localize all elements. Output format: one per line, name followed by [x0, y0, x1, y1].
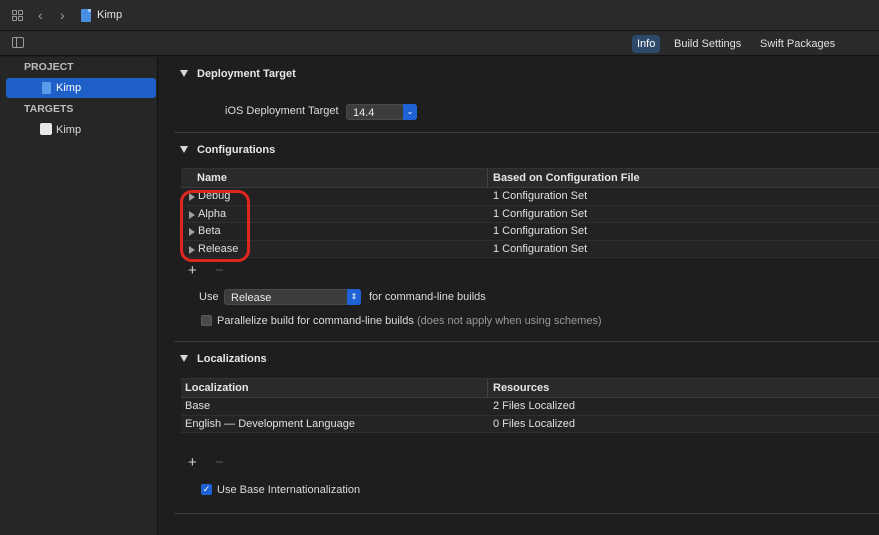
parallelize-note: (does not apply when using schemes)	[416, 315, 602, 327]
section-title-localizations: Localizations	[197, 353, 267, 365]
sidebar-item-label: Kimp	[56, 82, 82, 94]
ios-deployment-popup[interactable]: 14.4 ⌄	[346, 104, 417, 120]
parallelize-text: Parallelize build for command-line build…	[217, 315, 414, 327]
column-header-resources[interactable]: Resources	[493, 382, 549, 394]
config-file: 1 Configuration Set	[493, 242, 588, 255]
parallelize-checkbox[interactable]	[201, 315, 212, 326]
section-title-configurations: Configurations	[197, 144, 276, 156]
column-header-localization[interactable]: Localization	[185, 382, 249, 394]
table-row[interactable]: Release 1 Configuration Set	[181, 240, 879, 258]
editor-tab-bar: Info Build Settings Swift Packages	[0, 31, 879, 56]
sidebar-toggle-icon[interactable]	[12, 37, 24, 48]
localization-resources: 2 Files Localized	[493, 400, 575, 412]
section-divider	[174, 132, 879, 133]
column-divider	[487, 169, 488, 188]
table-header: Name Based on Configuration File	[181, 168, 879, 188]
project-info-editor: Deployment Target iOS Deployment Target …	[159, 57, 879, 535]
title-bar: ‹ › Kimp	[0, 0, 879, 31]
command-line-config-value: Release	[231, 292, 272, 304]
popup-arrows-icon: ⇕	[347, 289, 361, 305]
table-row[interactable]: English — Development Language 0 Files L…	[181, 415, 879, 433]
table-row[interactable]: Base 2 Files Localized	[181, 398, 879, 416]
disclosure-triangle-icon[interactable]	[180, 146, 188, 153]
disclosure-triangle-icon[interactable]	[180, 355, 188, 362]
localizations-rows: Base 2 Files Localized English — Develop…	[181, 398, 879, 433]
chevron-down-icon: ⌄	[403, 104, 417, 120]
project-sidebar: PROJECT Kimp TARGETS Kimp	[0, 57, 158, 535]
config-file: 1 Configuration Set	[493, 225, 588, 237]
add-configuration-plus-icon[interactable]: +	[188, 262, 197, 279]
table-row[interactable]: Beta 1 Configuration Set	[181, 223, 879, 241]
project-file-icon	[42, 82, 51, 94]
section-divider	[174, 341, 879, 342]
targets-header: TARGETS	[24, 103, 74, 115]
annotation-highlight-circle	[180, 190, 250, 262]
ios-deployment-value: 14.4	[353, 107, 375, 119]
tab-swift-packages[interactable]: Swift Packages	[755, 35, 840, 53]
forward-chevron-icon[interactable]: ›	[60, 8, 65, 22]
breadcrumb-title[interactable]: Kimp	[97, 9, 122, 21]
command-line-config-popup[interactable]: Release ⇕	[224, 289, 361, 305]
checkmark-icon: ✓	[202, 484, 211, 494]
localization-resources: 0 Files Localized	[493, 417, 575, 430]
remove-configuration-minus-icon[interactable]: −	[215, 262, 224, 279]
project-file-icon	[81, 9, 91, 22]
disclosure-triangle-icon[interactable]	[180, 70, 188, 77]
base-internationalization-label[interactable]: Use Base Internationalization	[217, 484, 360, 496]
app-target-icon	[40, 123, 52, 135]
configurations-rows: Debug 1 Configuration Set Alpha 1 Config…	[181, 188, 879, 258]
column-divider	[487, 379, 488, 398]
use-label: Use	[199, 291, 219, 303]
sidebar-item-project-kimp[interactable]: Kimp	[6, 78, 156, 98]
localization-name: Base	[185, 400, 211, 412]
column-header-name[interactable]: Name	[197, 172, 227, 184]
remove-localization-minus-icon[interactable]: −	[215, 454, 224, 471]
ios-deployment-label: iOS Deployment Target	[225, 105, 339, 117]
table-header: Localization Resources	[181, 378, 879, 398]
column-header-config-file[interactable]: Based on Configuration File	[493, 172, 640, 184]
table-row[interactable]: Alpha 1 Configuration Set	[181, 205, 879, 223]
table-row[interactable]: Debug 1 Configuration Set	[181, 188, 879, 206]
localizations-table: Localization Resources Base 2 Files Loca…	[181, 378, 879, 433]
section-title-deployment: Deployment Target	[197, 68, 296, 80]
related-items-grid-icon[interactable]	[12, 10, 24, 22]
tab-build-settings[interactable]: Build Settings	[669, 35, 746, 53]
tab-info[interactable]: Info	[632, 35, 661, 53]
add-localization-plus-icon[interactable]: +	[188, 454, 197, 471]
back-chevron-icon[interactable]: ‹	[38, 8, 43, 22]
sidebar-item-target-kimp[interactable]: Kimp	[6, 120, 156, 140]
parallelize-label[interactable]: Parallelize build for command-line build…	[217, 315, 602, 327]
use-suffix-label: for command-line builds	[369, 291, 486, 303]
configurations-table: Name Based on Configuration File Debug 1…	[181, 168, 879, 258]
sidebar-item-label: Kimp	[56, 124, 82, 136]
config-file: 1 Configuration Set	[493, 207, 588, 220]
base-internationalization-checkbox[interactable]: ✓	[201, 484, 212, 495]
project-header: PROJECT	[24, 61, 74, 73]
localization-name: English — Development Language	[185, 417, 356, 430]
section-divider	[174, 513, 879, 514]
config-file: 1 Configuration Set	[493, 190, 588, 202]
